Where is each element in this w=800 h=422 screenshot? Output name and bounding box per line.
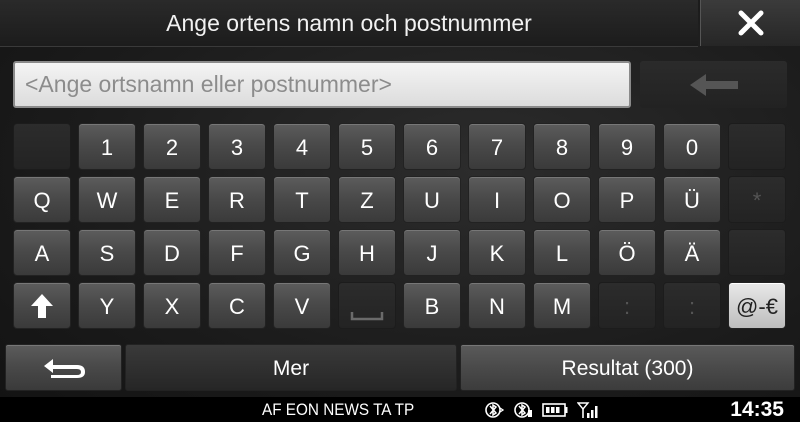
key-Ü[interactable]: Ü — [663, 176, 721, 223]
key-V[interactable]: V — [273, 282, 331, 329]
key-1[interactable]: 1 — [78, 123, 136, 170]
space-key — [338, 282, 396, 329]
status-icons — [484, 400, 599, 420]
search-field[interactable] — [13, 61, 631, 108]
key-R[interactable]: R — [208, 176, 266, 223]
clock: 14:35 — [730, 398, 784, 421]
key-T[interactable]: T — [273, 176, 331, 223]
key-P[interactable]: P — [598, 176, 656, 223]
bluetooth-phone-icon — [514, 402, 532, 418]
key-A[interactable]: A — [13, 229, 71, 276]
back-button[interactable] — [5, 344, 122, 391]
key-:: : — [598, 282, 656, 329]
key-G[interactable]: G — [273, 229, 331, 276]
key-:: : — [663, 282, 721, 329]
key-U[interactable]: U — [403, 176, 461, 223]
results-button[interactable]: Resultat (300) — [460, 344, 795, 391]
close-button[interactable] — [700, 0, 800, 46]
key-2[interactable]: 2 — [143, 123, 201, 170]
battery-icon — [542, 403, 568, 417]
key-blank — [13, 123, 71, 170]
key-S[interactable]: S — [78, 229, 136, 276]
key-*: * — [728, 176, 786, 223]
key-N[interactable]: N — [468, 282, 526, 329]
backspace-button[interactable] — [640, 61, 787, 108]
key-M[interactable]: M — [533, 282, 591, 329]
search-input[interactable] — [15, 63, 629, 106]
space-icon — [339, 283, 395, 328]
key-K[interactable]: K — [468, 229, 526, 276]
key-D[interactable]: D — [143, 229, 201, 276]
radio-flags: AF EON NEWS TA TP — [262, 400, 415, 419]
key-@-€[interactable]: @-€ — [728, 282, 786, 329]
key-3[interactable]: 3 — [208, 123, 266, 170]
key-H[interactable]: H — [338, 229, 396, 276]
return-arrow-icon — [43, 358, 85, 378]
key-Y[interactable]: Y — [78, 282, 136, 329]
key-8[interactable]: 8 — [533, 123, 591, 170]
key-blank — [728, 123, 786, 170]
key-4[interactable]: 4 — [273, 123, 331, 170]
more-button[interactable]: Mer — [125, 344, 457, 391]
key-Z[interactable]: Z — [338, 176, 396, 223]
arrow-left-icon — [689, 73, 738, 96]
key-5[interactable]: 5 — [338, 123, 396, 170]
key-J[interactable]: J — [403, 229, 461, 276]
key-Q[interactable]: Q — [13, 176, 71, 223]
key-O[interactable]: O — [533, 176, 591, 223]
shift-arrow-icon — [14, 283, 70, 328]
key-F[interactable]: F — [208, 229, 266, 276]
page-title: Ange ortens namn och postnummer — [166, 10, 532, 36]
key-W[interactable]: W — [78, 176, 136, 223]
close-x-icon — [738, 10, 764, 36]
signal-icon — [577, 402, 598, 418]
key-B[interactable]: B — [403, 282, 461, 329]
key-9[interactable]: 9 — [598, 123, 656, 170]
key-6[interactable]: 6 — [403, 123, 461, 170]
shift-arrow-key[interactable] — [13, 282, 71, 329]
key-X[interactable]: X — [143, 282, 201, 329]
key-7[interactable]: 7 — [468, 123, 526, 170]
bluetooth-audio-icon — [485, 402, 504, 418]
key-I[interactable]: I — [468, 176, 526, 223]
key-0[interactable]: 0 — [663, 123, 721, 170]
status-bar: AF EON NEWS TA TP 14:35 — [0, 397, 800, 422]
header-bar: Ange ortens namn och postnummer — [0, 0, 698, 47]
key-blank — [728, 229, 786, 276]
key-Ä[interactable]: Ä — [663, 229, 721, 276]
key-E[interactable]: E — [143, 176, 201, 223]
key-Ö[interactable]: Ö — [598, 229, 656, 276]
key-C[interactable]: C — [208, 282, 266, 329]
key-L[interactable]: L — [533, 229, 591, 276]
